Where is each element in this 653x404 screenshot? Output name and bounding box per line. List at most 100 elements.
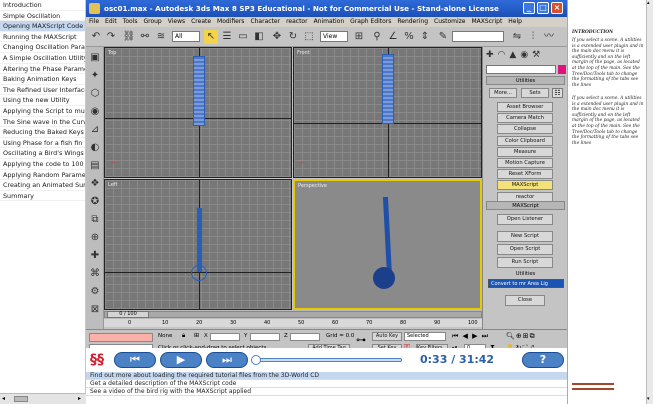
scroll-down-icon[interactable]: ▾ (647, 396, 650, 402)
toc-item[interactable]: Opening MAXScript Code (0, 21, 85, 32)
toc-item[interactable]: Applying the Script to multiple (0, 106, 85, 117)
angle-snap-icon[interactable]: ∠ (386, 30, 400, 44)
command-panel-tabs[interactable]: ✚◠▲◉⚒ (486, 50, 565, 62)
menu-item[interactable]: Help (508, 18, 522, 25)
progress-thumb[interactable] (251, 355, 261, 365)
toc-item[interactable]: The Sine wave in the Curve (0, 117, 85, 128)
move-icon[interactable]: ✥ (270, 30, 284, 44)
bind-icon[interactable]: ≋ (154, 30, 168, 44)
utility-dropdown[interactable]: Convert to mr Area Lig (488, 279, 564, 288)
toolbar-icon-5[interactable]: ⊿ (88, 123, 102, 137)
viewport-front[interactable]: Front ⌐ (293, 47, 482, 178)
scroll-right-icon[interactable]: ▸ (78, 395, 81, 402)
window-crossing-icon[interactable]: ◧ (252, 30, 266, 44)
help-button[interactable]: ? (522, 352, 564, 368)
toolbar-icon-2[interactable]: ✦ (88, 69, 102, 83)
toolbar-icon-6[interactable]: ◐ (88, 141, 102, 155)
toolbar-icon-9[interactable]: ✪ (88, 195, 102, 209)
utility-button[interactable]: Measure (497, 146, 553, 157)
toc-item[interactable]: Using the new Utility (0, 95, 85, 106)
redo-icon[interactable]: ↷ (104, 30, 118, 44)
close-button[interactable]: × (551, 2, 563, 14)
auto-key-selection-dropdown[interactable]: Selected (404, 332, 446, 341)
unlink-icon[interactable]: ⚯ (138, 30, 152, 44)
skip-back-button[interactable]: ⏮ (114, 352, 156, 368)
toc-item[interactable]: Creating an Animated Surface (0, 180, 85, 191)
toc-item[interactable]: Summary (0, 191, 85, 202)
named-selection-set-field[interactable] (452, 31, 504, 42)
viewport-nav-controls[interactable]: 🔍︎⊕⊞⧉ (506, 332, 536, 341)
named-selection-icon[interactable]: ✎ (436, 30, 450, 44)
new-script-button[interactable]: New Script (497, 231, 553, 242)
menu-item[interactable]: reactor (286, 18, 308, 25)
minimize-button[interactable]: _ (523, 2, 535, 14)
utility-button[interactable]: Motion Capture (497, 158, 553, 168)
toc-item[interactable]: Applying the code to 100 Pd (0, 159, 85, 170)
utility-button[interactable]: Camera Match (497, 113, 553, 124)
lock-icon[interactable]: 🔒︎ (182, 332, 185, 340)
toolbar-icon-3[interactable]: ⬡ (88, 87, 102, 101)
x-coordinate-field[interactable] (210, 333, 240, 341)
utility-button[interactable]: Collapse (497, 124, 553, 135)
progress-track[interactable] (251, 355, 402, 365)
select-by-name-icon[interactable]: ☰ (220, 30, 234, 44)
toc-item[interactable]: Applying Random Parameters (0, 170, 85, 181)
snap-icon[interactable]: ⚲ (370, 30, 384, 44)
rotate-icon[interactable]: ↻ (286, 30, 300, 44)
name-field[interactable] (486, 65, 556, 74)
pivot-icon[interactable]: ⊞ (352, 30, 366, 44)
menu-item[interactable]: Animation (314, 18, 345, 25)
toc-item[interactable]: Baking Animation Keys (0, 74, 85, 85)
toc-item[interactable]: Changing Oscillation Parameters (0, 42, 85, 53)
viewport-top[interactable]: Top ⌐ (104, 47, 292, 178)
toc-item[interactable]: Simple Oscillation (0, 11, 85, 22)
scale-icon[interactable]: ⬚ (302, 30, 316, 44)
toolbar-icon-14[interactable]: ⚙ (88, 285, 102, 299)
viewport-perspective[interactable]: Perspective (293, 179, 482, 310)
toc-item[interactable]: Reducing the Baked Keys (0, 127, 85, 138)
reference-coord-dropdown[interactable]: View (320, 31, 348, 42)
toc-item[interactable]: Oscillating a Bird's Wings (0, 148, 85, 159)
time-slider-thumb[interactable]: 0 / 100 (107, 311, 149, 318)
selection-filter-dropdown[interactable]: All (172, 31, 200, 42)
maximize-button[interactable]: □ (537, 2, 549, 14)
toolbar-icon-4[interactable]: ◉ (88, 105, 102, 119)
menu-item[interactable]: Views (168, 18, 185, 25)
menu-item[interactable]: Edit (105, 18, 117, 25)
toolbar-icon-8[interactable]: ❖ (88, 177, 102, 191)
menu-item[interactable]: Tools (123, 18, 138, 25)
auto-key-button[interactable]: Auto Key (372, 332, 402, 341)
menu-item[interactable]: File (89, 18, 99, 25)
utility-button[interactable]: Reset XForm (497, 169, 553, 180)
toc-item[interactable]: Using Phase for a fish fin (0, 138, 85, 149)
more-button[interactable]: More... (489, 88, 517, 98)
y-coordinate-field[interactable] (250, 333, 280, 341)
maxscript-rollout-header[interactable]: MAXScript (486, 201, 565, 210)
close-utility-button[interactable]: Close (505, 295, 545, 306)
menu-item[interactable]: Rendering (397, 18, 428, 25)
maxscript-mini-listener[interactable] (89, 333, 153, 342)
sets-button[interactable]: Sets (521, 88, 549, 98)
menu-item[interactable]: Group (143, 18, 161, 25)
scroll-thumb[interactable] (14, 396, 28, 402)
z-coordinate-field[interactable] (290, 333, 320, 341)
open-listener-button[interactable]: Open Listener (497, 214, 553, 225)
select-object-icon[interactable]: ↖ (204, 30, 218, 44)
toolbar-icon-1[interactable]: ▣ (88, 51, 102, 65)
toolbar-icon-10[interactable]: ⧉ (88, 213, 102, 227)
menu-item[interactable]: MAXScript (472, 18, 503, 25)
doc-vertical-scrollbar[interactable]: ▴ ▾ (646, 0, 653, 404)
color-swatch[interactable] (558, 65, 566, 74)
run-script-button[interactable]: Run Script (497, 257, 553, 268)
track-item[interactable]: Get a detailed description of the MAXScr… (86, 380, 567, 388)
menu-item[interactable]: Graph Editors (350, 18, 391, 25)
toolbar-icon-15[interactable]: ⊠ (88, 303, 102, 317)
mirror-icon[interactable]: ⇋ (510, 30, 524, 44)
menu-item[interactable]: Create (191, 18, 211, 25)
play-button[interactable]: ▶ (160, 352, 202, 368)
toc-item[interactable]: The Refined User Interface (0, 85, 85, 96)
toc-item[interactable]: Introduction (0, 0, 85, 11)
viewport-left[interactable]: Left (104, 179, 292, 310)
toc-item[interactable]: Running the MAXScript (0, 32, 85, 43)
utility-button[interactable]: MAXScript (497, 180, 553, 191)
